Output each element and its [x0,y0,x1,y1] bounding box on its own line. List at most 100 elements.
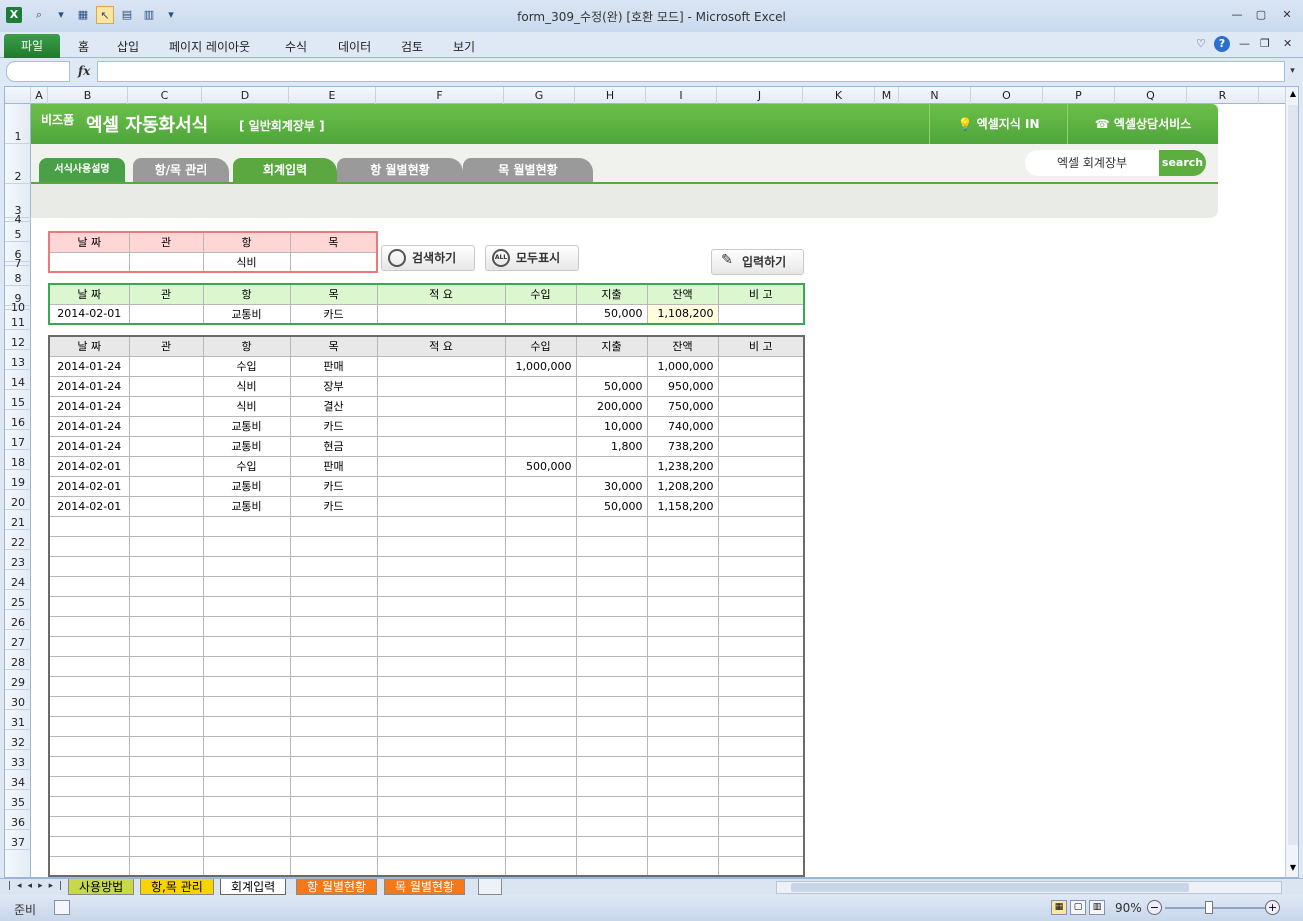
ledger-cell[interactable]: 2014-01-24 [48,415,130,437]
ledger-cell[interactable] [504,855,577,877]
ledger-cell[interactable] [717,755,805,777]
ledger-cell[interactable] [717,515,805,537]
ledger-cell[interactable] [504,435,577,457]
col-R[interactable]: R [1187,87,1259,104]
ledger-cell[interactable] [289,775,378,797]
insert-sheet-icon[interactable] [478,879,502,895]
row-header[interactable]: 28 [5,650,31,670]
ledger-cell[interactable] [202,735,291,757]
ledger-cell[interactable] [717,595,805,617]
zoom-slider-track[interactable] [1165,907,1265,909]
excel-consult-link[interactable]: ☎ 엑셀상담서비스 [1067,104,1218,144]
ledger-cell[interactable] [646,755,719,777]
col-K[interactable]: K [803,87,875,104]
row-header[interactable]: 26 [5,610,31,630]
ledger-cell[interactable] [504,815,577,837]
search-mok-cell[interactable] [289,251,378,273]
ledger-cell[interactable] [646,555,719,577]
ledger-cell[interactable] [202,855,291,877]
row-header[interactable]: 31 [5,710,31,730]
tab-page-layout[interactable]: 페이지 레이아웃 [169,38,250,55]
ledger-cell[interactable] [575,635,648,657]
ledger-cell[interactable] [376,815,506,837]
ledger-cell[interactable] [289,515,378,537]
ledger-cell[interactable] [376,795,506,817]
ledger-cell[interactable] [128,495,204,517]
ledger-cell[interactable] [646,655,719,677]
ledger-cell[interactable] [128,655,204,677]
row-header[interactable]: 16 [5,410,31,430]
ledger-cell[interactable] [376,555,506,577]
ledger-cell[interactable] [717,415,805,437]
ledger-cell[interactable] [48,635,130,657]
ledger-cell[interactable] [575,855,648,877]
ledger-cell[interactable] [128,515,204,537]
col-J[interactable]: J [717,87,803,104]
ledger-cell[interactable] [717,795,805,817]
ledger-cell[interactable] [289,855,378,877]
ledger-cell[interactable] [504,635,577,657]
sheet-tab-item-monthly[interactable]: 항 월별현황 [296,879,378,895]
ledger-cell[interactable] [128,535,204,557]
ledger-cell[interactable] [128,755,204,777]
ledger-cell[interactable] [717,355,805,377]
ledger-cell[interactable] [376,715,506,737]
sheet-nav-arrows-icon[interactable]: |◂◂▸▸| [8,881,68,891]
ledger-cell[interactable] [128,575,204,597]
ledger-cell[interactable] [717,775,805,797]
minimize-ribbon-icon[interactable]: ♡ [1196,37,1206,50]
ledger-cell[interactable] [646,855,719,877]
ledger-cell[interactable] [48,755,130,777]
ledger-cell[interactable]: 카드 [289,495,378,517]
entry-cell[interactable] [717,303,805,325]
ledger-cell[interactable]: 500,000 [504,455,577,477]
ledger-cell[interactable] [289,815,378,837]
col-G[interactable]: G [504,87,575,104]
ledger-cell[interactable] [504,775,577,797]
ledger-cell[interactable] [289,755,378,777]
ledger-cell[interactable] [646,815,719,837]
ledger-cell[interactable] [717,735,805,757]
ledger-cell[interactable]: 결산 [289,395,378,417]
ledger-cell[interactable] [717,675,805,697]
ledger-cell[interactable] [48,535,130,557]
ledger-cell[interactable] [202,635,291,657]
ledger-cell[interactable]: 2014-01-24 [48,375,130,397]
ledger-cell[interactable] [376,595,506,617]
col-Q[interactable]: Q [1115,87,1187,104]
ledger-cell[interactable] [289,795,378,817]
ledger-cell[interactable] [128,775,204,797]
sheet-tab-usage[interactable]: 사용방법 [68,879,135,895]
ledger-cell[interactable] [376,695,506,717]
col-N[interactable]: N [899,87,971,104]
ledger-cell[interactable] [202,675,291,697]
row-header[interactable]: 29 [5,670,31,690]
scroll-up-icon[interactable]: ▲ [1287,89,1298,101]
ledger-cell[interactable]: 장부 [289,375,378,397]
col-A[interactable]: A [31,87,48,104]
entry-cell[interactable]: 50,000 [575,303,648,325]
search-date-cell[interactable] [48,251,130,273]
minimize-icon[interactable]: — [1228,8,1246,21]
ledger-cell[interactable] [717,695,805,717]
ledger-cell[interactable]: 교통비 [202,475,291,497]
ledger-cell[interactable] [48,795,130,817]
ledger-cell[interactable] [504,655,577,677]
ledger-cell[interactable] [202,575,291,597]
ledger-cell[interactable] [376,675,506,697]
ledger-cell[interactable] [48,675,130,697]
ledger-cell[interactable] [48,655,130,677]
ledger-cell[interactable] [128,675,204,697]
ledger-cell[interactable]: 2014-01-24 [48,395,130,417]
ledger-cell[interactable] [48,715,130,737]
ledger-cell[interactable] [289,675,378,697]
ledger-cell[interactable] [575,575,648,597]
ledger-cell[interactable] [646,835,719,857]
ledger-cell[interactable]: 교통비 [202,495,291,517]
ledger-cell[interactable] [504,755,577,777]
ledger-cell[interactable] [128,435,204,457]
ledger-cell[interactable] [128,375,204,397]
ledger-cell[interactable] [646,795,719,817]
row-header[interactable]: 22 [5,530,31,550]
ledger-cell[interactable] [717,655,805,677]
